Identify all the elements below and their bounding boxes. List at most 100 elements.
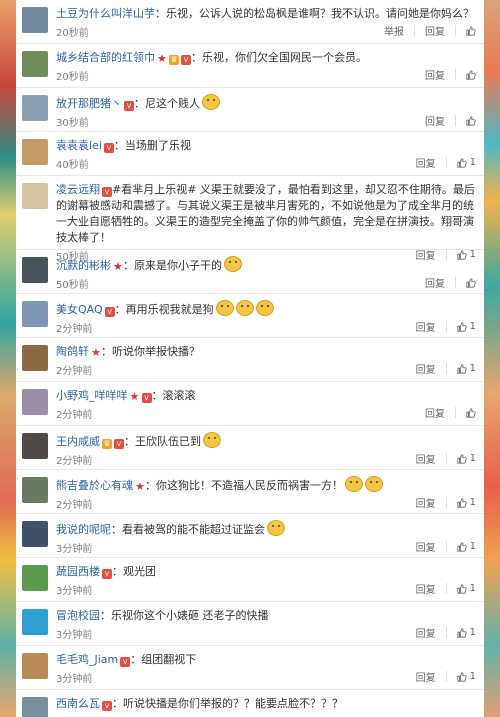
avatar[interactable] [22, 95, 48, 121]
avatar[interactable] [22, 433, 48, 459]
like-button[interactable] [466, 277, 476, 288]
comment-actions: 回复 [425, 113, 476, 128]
like-button[interactable]: 1 [457, 627, 476, 638]
reply-link[interactable]: 回复 [425, 67, 445, 82]
avatar[interactable] [22, 565, 48, 591]
comment-meta: 2分钟前 回复 1 [56, 360, 476, 378]
avatar[interactable] [22, 7, 48, 33]
avatar[interactable] [22, 345, 48, 371]
comment-actions: 回复 1 [416, 625, 476, 640]
comment-line: 城乡结合部的红领巾 ★ ♛ v ：乐视，你们欠全国网民一个会员。 [56, 50, 476, 66]
comment-item: 蔬园西楼 v ：观光团 3分钟前 回复 1 [16, 558, 484, 602]
reply-link[interactable]: 回复 [416, 155, 436, 170]
comment-meta: 2分钟前 回复 1 [56, 494, 476, 512]
comment-actions: 回复 1 [416, 361, 476, 376]
like-button[interactable]: 1 [457, 157, 476, 168]
username-link[interactable]: 西南么瓦 [56, 697, 100, 710]
username-link[interactable]: 放开那肥猪丶 [56, 97, 122, 110]
emoji-icon [215, 300, 234, 316]
comment-text: ：乐视你这个小婊砸 还老子的快播 [100, 609, 269, 622]
divider [445, 583, 447, 594]
reply-link[interactable]: 回复 [425, 113, 445, 128]
comment-line: 我说的呢呢：看看被驾的能不能超过证监会 [56, 520, 476, 538]
avatar[interactable] [22, 301, 48, 327]
timestamp: 2分钟前 [56, 500, 93, 511]
username-link[interactable]: 毛毛鸡_Jiam [56, 653, 118, 666]
username-link[interactable]: 冒泡校园 [56, 609, 100, 622]
avatar[interactable] [22, 477, 48, 503]
reply-link[interactable]: 回复 [416, 451, 436, 466]
like-button[interactable] [466, 407, 476, 418]
reply-link[interactable]: 回复 [416, 539, 436, 554]
username-link[interactable]: 我说的呢呢 [56, 523, 111, 536]
reply-link[interactable]: 回复 [425, 275, 445, 290]
comment-item: 陶鸽轩 ★：听说你举报快播？ 2分钟前 回复 1 [16, 338, 484, 382]
vip-badge-icon: v [103, 143, 114, 153]
comment-meta: 20秒前 回复 [56, 66, 476, 84]
like-button[interactable]: 1 [457, 583, 476, 594]
reply-link[interactable]: 回复 [425, 23, 445, 38]
avatar[interactable] [22, 139, 48, 165]
comment-line: 袁袁袁lei v ：当场删了乐视 [56, 138, 476, 154]
reply-link[interactable]: 回复 [416, 495, 436, 510]
username-link[interactable]: 小野鸡_咩咩咩 [56, 389, 128, 402]
avatar[interactable] [22, 257, 48, 283]
username-link[interactable]: 土豆为什么叫洋山芋 [56, 7, 155, 20]
username-link[interactable]: 袁袁袁lei [56, 139, 102, 152]
divider [414, 25, 415, 36]
username-link[interactable]: 王内咸威 [56, 435, 100, 448]
thumbs-up-icon [457, 453, 467, 464]
reply-link[interactable]: 回复 [416, 669, 436, 684]
comment-line: 陶鸽轩 ★：听说你举报快播？ [56, 344, 476, 360]
thumbs-up-icon [457, 321, 467, 332]
comment-line: 放开那肥猪丶 v ：尼这个贱人 [56, 94, 476, 112]
username-link[interactable]: 蔬园西楼 [56, 565, 100, 578]
avatar[interactable] [22, 609, 48, 635]
thumbs-up-icon [466, 69, 476, 80]
like-button[interactable]: 1 [457, 363, 476, 374]
like-button[interactable] [466, 25, 476, 36]
reply-link[interactable]: 回复 [416, 581, 436, 596]
like-button[interactable]: 1 [457, 671, 476, 682]
divider [445, 453, 447, 464]
comment-item: 王内咸威 ♛ v ：王欣队伍已到 2分钟前 回复 1 [16, 426, 484, 470]
like-button[interactable]: 1 [457, 321, 476, 332]
username-link[interactable]: 陶鸽轩 [56, 345, 89, 358]
comment-meta: 3分钟前 回复 1 [56, 668, 476, 686]
like-button[interactable] [466, 69, 476, 80]
like-count: 1 [469, 321, 476, 332]
like-button[interactable]: 1 [457, 497, 476, 508]
comment-text: ：听说快播是你们举报的？？能要点脸不？？？ [112, 697, 343, 710]
report-link[interactable]: 举报 [384, 23, 404, 38]
like-count: 1 [469, 157, 476, 168]
avatar[interactable] [22, 183, 48, 209]
star-badge-icon: ★ [91, 346, 101, 359]
reply-link[interactable]: 回复 [416, 319, 436, 334]
comment-line: 凌云远翔 v #看芈月上乐视# 义渠王就要没了，最怕看到这里，却又忍不住期待。最后的… [56, 182, 476, 246]
avatar[interactable] [22, 521, 48, 547]
comment-actions: 回复 1 [416, 155, 476, 170]
avatar[interactable] [22, 653, 48, 679]
vip-badge-icon: v [124, 101, 134, 111]
avatar[interactable] [22, 51, 48, 77]
timestamp: 30秒前 [56, 118, 89, 129]
username-link[interactable]: 沉默的彬彬 [56, 259, 111, 272]
like-count: 1 [469, 541, 476, 552]
vip-badge-icon: v [120, 657, 131, 667]
reply-link[interactable]: 回复 [416, 625, 436, 640]
reply-link[interactable]: 回复 [416, 361, 436, 376]
like-button[interactable]: 1 [457, 453, 476, 464]
username-link[interactable]: 城乡结合部的红领巾 [56, 51, 155, 64]
comment-actions: 回复 1 [416, 539, 476, 554]
like-button[interactable] [466, 115, 476, 126]
username-link[interactable]: 凌云远翔 [56, 183, 100, 196]
username-link[interactable]: 美女QAQ [56, 303, 103, 316]
like-button[interactable]: 1 [457, 541, 476, 552]
timestamp: 3分钟前 [56, 544, 93, 555]
avatar[interactable] [22, 697, 48, 717]
username-link[interactable]: 熊吉叠於心有魂 [56, 479, 133, 492]
like-count: 1 [469, 497, 476, 508]
avatar[interactable] [22, 389, 48, 415]
comment-actions: 举报 回复 [384, 23, 476, 38]
reply-link[interactable]: 回复 [425, 405, 445, 420]
